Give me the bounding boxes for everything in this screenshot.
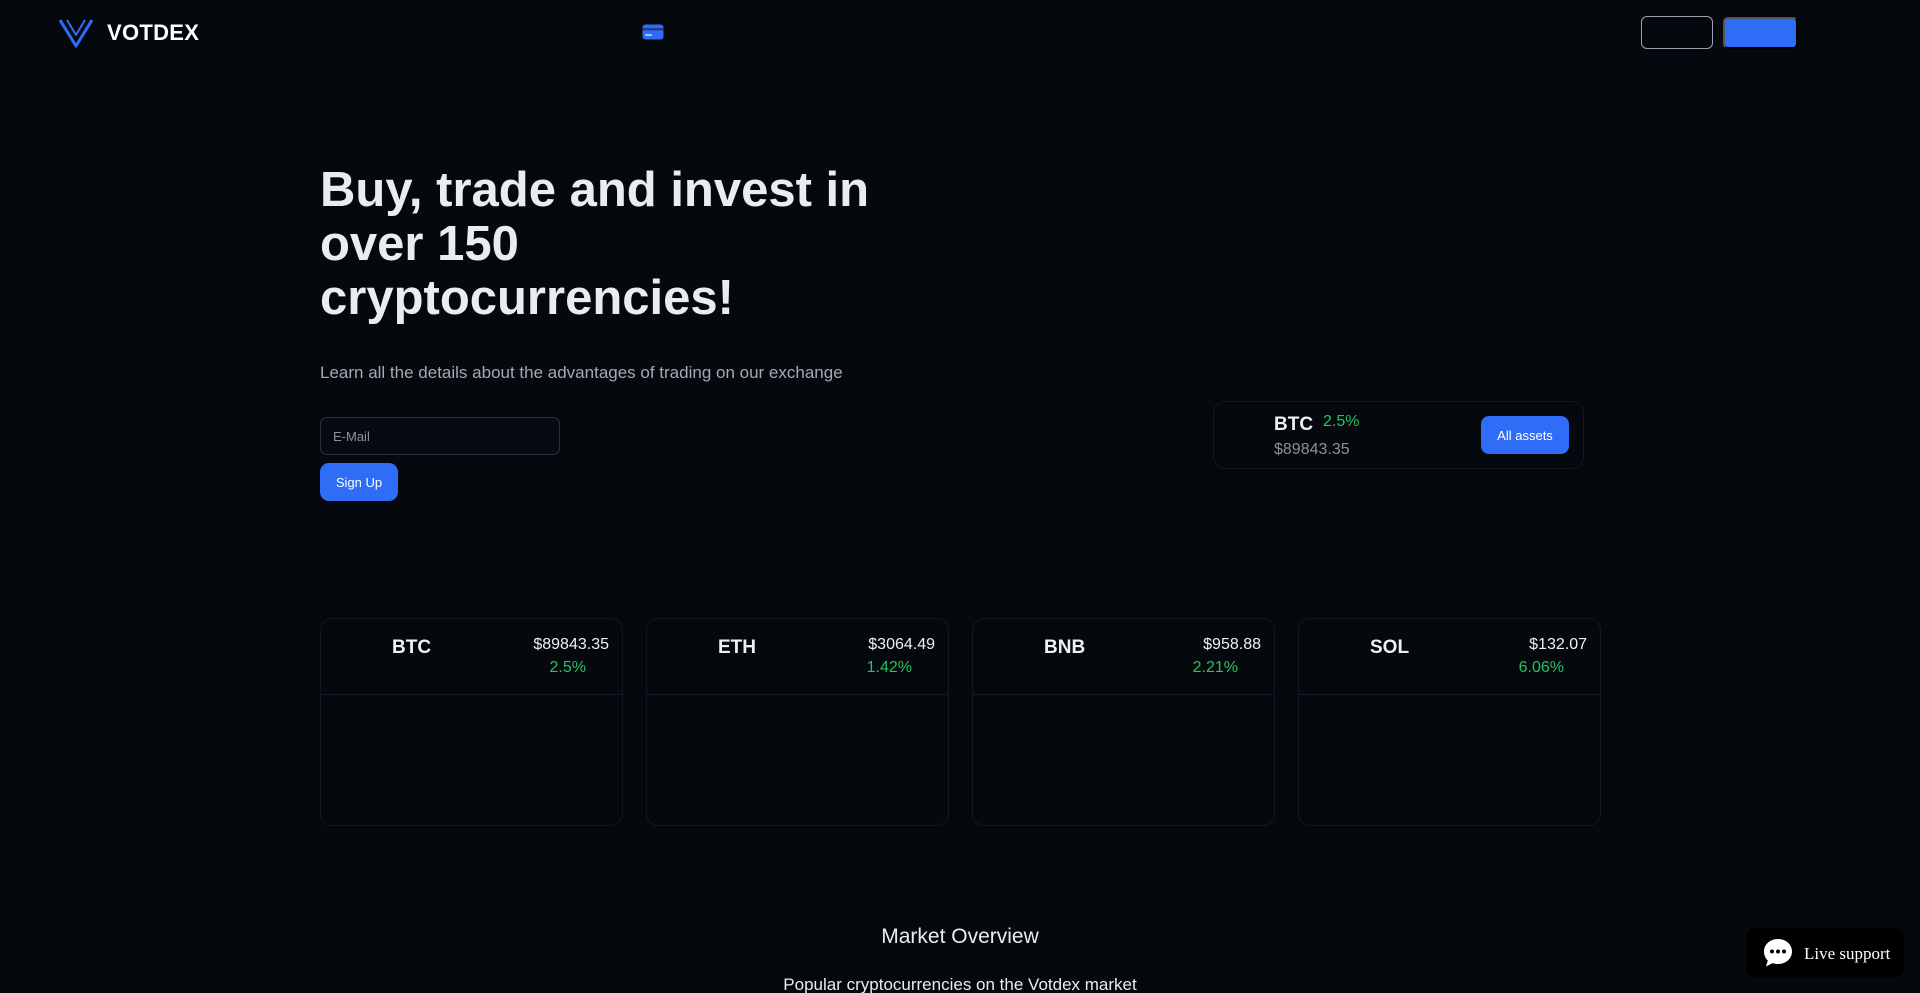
coin-change: 2.21%	[1192, 659, 1238, 676]
coin-symbol: BTC	[392, 637, 432, 658]
brand-name: VOTDEX	[107, 20, 200, 45]
coin-price: $3064.49	[868, 636, 935, 653]
coin-card-btc[interactable]: BTC $89843.35 2.5%	[320, 618, 623, 826]
coin-change: 2.5%	[549, 659, 586, 676]
coin-card-sol[interactable]: SOL $132.07 6.06%	[1298, 618, 1601, 826]
ticker-change: 2.5%	[1323, 413, 1360, 430]
ticker-price: $89843.35	[1274, 441, 1350, 458]
coin-change: 1.42%	[866, 659, 912, 676]
price-ticker: BTC 2.5% $89843.35 All assets	[1213, 401, 1584, 469]
login-button[interactable]	[1641, 16, 1713, 49]
live-support-label: Live support	[1804, 944, 1891, 963]
coin-change: 6.06%	[1518, 659, 1564, 676]
ticker-symbol: BTC	[1274, 414, 1314, 435]
card-divider	[1299, 694, 1600, 695]
coin-price: $89843.35	[533, 636, 609, 653]
credit-card-icon[interactable]	[642, 24, 664, 40]
register-button[interactable]	[1723, 17, 1798, 49]
coin-symbol: SOL	[1370, 637, 1410, 658]
coin-card-bnb[interactable]: BNB $958.88 2.21%	[972, 618, 1275, 826]
coin-price: $958.88	[1203, 636, 1261, 653]
brand-logo[interactable]: VOTDEX	[59, 18, 199, 48]
sign-up-button[interactable]: Sign Up	[320, 463, 398, 501]
card-divider	[973, 694, 1274, 695]
coin-price: $132.07	[1529, 636, 1587, 653]
market-overview-title: Market Overview	[881, 925, 1039, 948]
all-assets-button[interactable]: All assets	[1481, 416, 1569, 454]
votdex-logo-icon	[59, 19, 93, 48]
hero-title: Buy, trade and invest in over 150 crypto…	[320, 163, 870, 325]
live-support-button[interactable]: Live support	[1746, 928, 1904, 978]
coin-card-eth[interactable]: ETH $3064.49 1.42%	[646, 618, 949, 826]
page: VOTDEX Buy, trade and invest in over 150…	[0, 0, 1920, 993]
card-divider	[321, 694, 622, 695]
email-field[interactable]	[320, 417, 560, 455]
top-navbar: VOTDEX	[0, 0, 1920, 64]
market-overview-subtitle: Popular cryptocurrencies on the Votdex m…	[783, 975, 1137, 993]
chat-bubble-icon	[1764, 939, 1792, 967]
card-divider	[647, 694, 948, 695]
coin-symbol: BNB	[1044, 637, 1086, 658]
coin-symbol: ETH	[718, 637, 756, 658]
hero-subtitle: Learn all the details about the advantag…	[320, 363, 843, 382]
